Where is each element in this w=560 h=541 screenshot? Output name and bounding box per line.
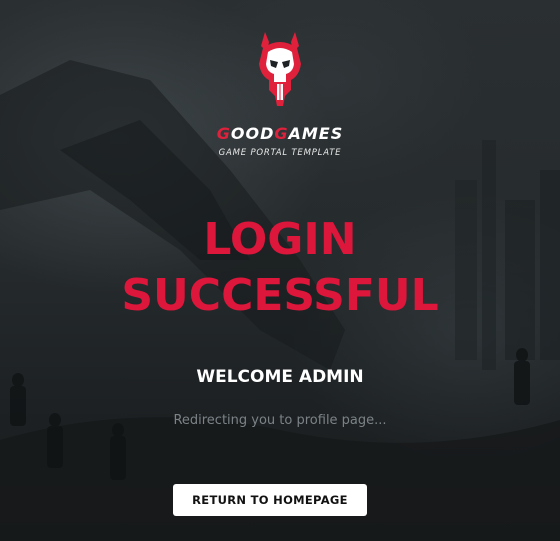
logo (0, 30, 560, 106)
title-line-1: LOGIN (203, 214, 357, 265)
return-to-homepage-button[interactable]: RETURN TO HOMEPAGE (173, 484, 367, 516)
redirect-message: Redirecting you to profile page... (173, 413, 387, 428)
brand-name: GOODGAMES (216, 124, 344, 143)
title-line-2: SUCCESSFUL (121, 270, 439, 321)
skull-icon (259, 32, 301, 106)
brand-tagline: GAME PORTAL TEMPLATE (218, 148, 342, 158)
welcome-message: WELCOME ADMIN (196, 367, 364, 387)
page-title: LOGIN SUCCESSFUL (0, 212, 560, 324)
